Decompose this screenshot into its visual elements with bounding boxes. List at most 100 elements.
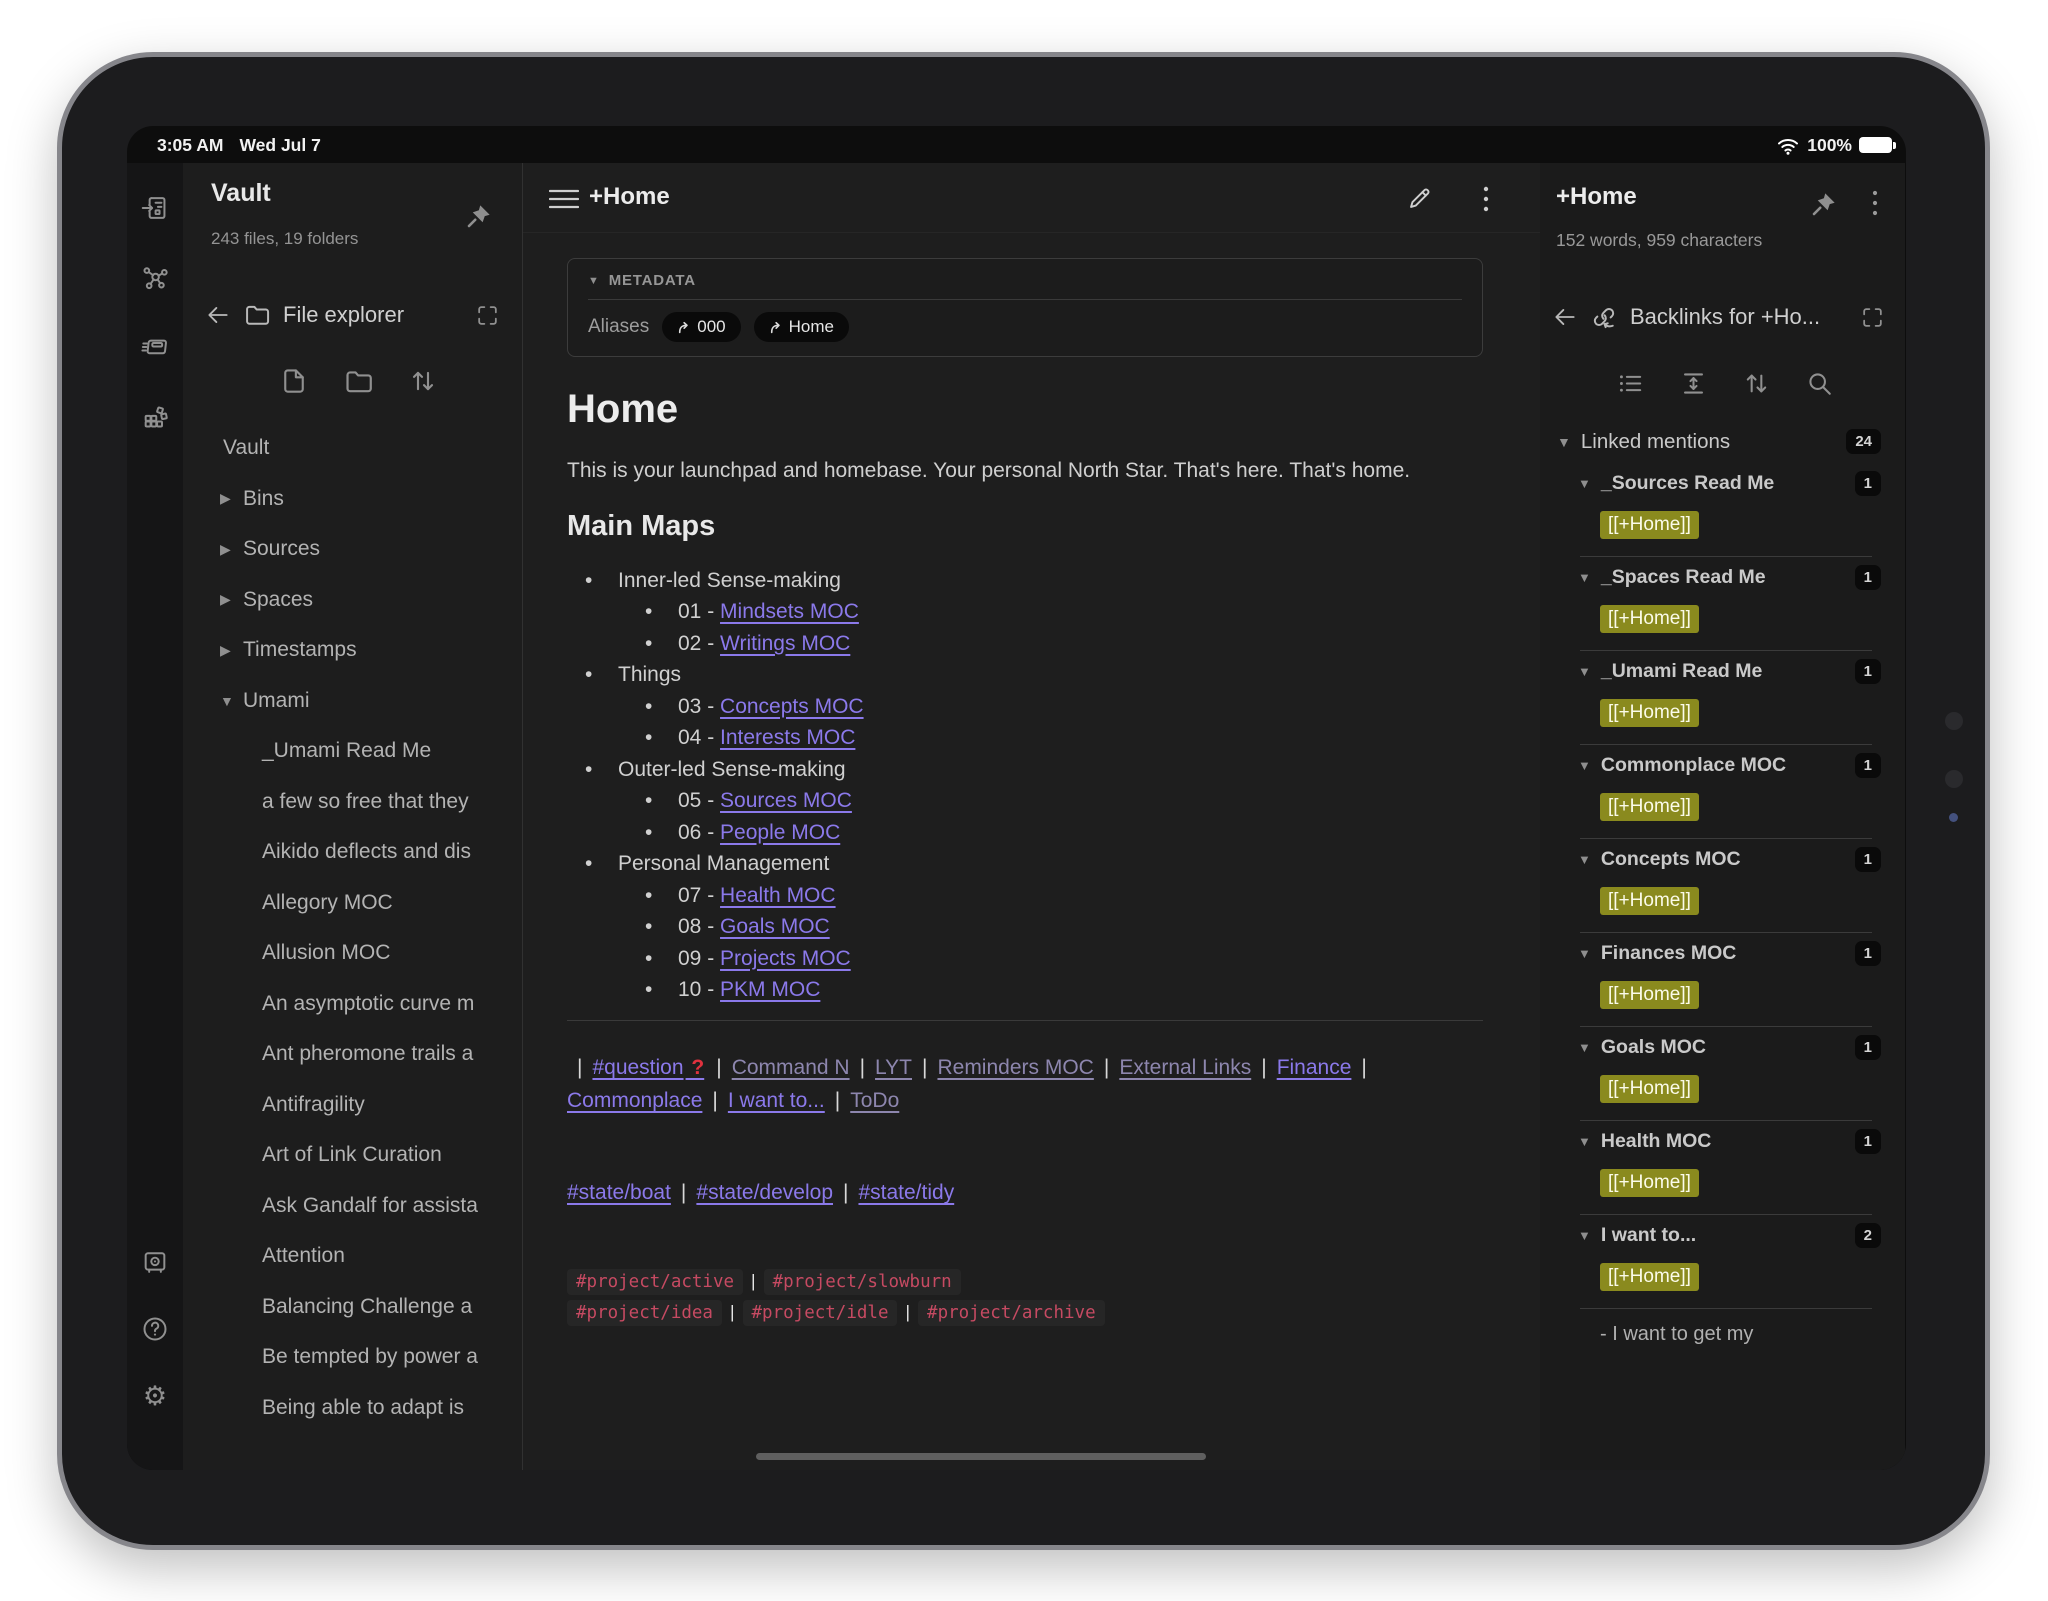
backlink-item[interactable]: ▼Health MOC1 [[+Home]] — [1540, 1121, 1905, 1215]
backlink-item[interactable]: ▼I want to...2 [[+Home]] — [1540, 1215, 1905, 1309]
tree-root[interactable]: Vault — [183, 423, 522, 474]
back-arrow-icon[interactable] — [205, 302, 231, 328]
pin-icon[interactable] — [1809, 189, 1839, 219]
internal-link[interactable]: Finance — [1277, 1056, 1352, 1079]
project-tag[interactable]: #project/archive — [918, 1300, 1105, 1326]
backlink-match-highlight[interactable]: [[+Home]] — [1600, 981, 1699, 1009]
alias-pill[interactable]: 000 — [662, 312, 740, 342]
tree-file[interactable]: Allegory MOC — [183, 878, 522, 929]
tag-link[interactable]: #state/tidy — [858, 1181, 954, 1204]
backlink-item[interactable]: ▼_Spaces Read Me1 [[+Home]] — [1540, 557, 1905, 651]
tree-file[interactable]: An asymptotic curve m — [183, 979, 522, 1030]
vault-icon[interactable] — [141, 1248, 169, 1276]
backlink-item[interactable]: ▼Commonplace MOC1 [[+Home]] — [1540, 745, 1905, 839]
graph-icon[interactable] — [141, 263, 169, 291]
expand-icon[interactable] — [475, 303, 500, 328]
backlink-match-highlight[interactable]: [[+Home]] — [1600, 605, 1699, 633]
tree-file[interactable]: Allusion MOC — [183, 928, 522, 979]
file-input-icon[interactable] — [141, 194, 169, 222]
new-folder-icon[interactable] — [343, 366, 374, 397]
tree-file[interactable]: _Umami Read Me — [183, 726, 522, 777]
backlink-item-header[interactable]: ▼Health MOC1 — [1578, 1129, 1881, 1154]
backlink-item-header[interactable]: ▼_Umami Read Me1 — [1578, 659, 1881, 684]
internal-link[interactable]: LYT — [875, 1056, 912, 1079]
settings-icon[interactable]: ⚙ — [143, 1381, 167, 1412]
backlink-match-highlight[interactable]: [[+Home]] — [1600, 1263, 1699, 1291]
backlink-match-highlight[interactable]: [[+Home]] — [1600, 1075, 1699, 1103]
backlink-item-header[interactable]: ▼Finances MOC1 — [1578, 941, 1881, 966]
internal-link[interactable]: I want to... — [728, 1089, 825, 1112]
backlink-item-header[interactable]: ▼_Sources Read Me1 — [1578, 471, 1881, 496]
tree-file[interactable]: Balancing Challenge a — [183, 1282, 522, 1333]
tree-file[interactable]: Ant pheromone trails a — [183, 1029, 522, 1080]
tree-file[interactable]: Ask Gandalf for assista — [183, 1181, 522, 1232]
pin-icon[interactable] — [464, 201, 494, 231]
internal-link[interactable]: External Links — [1119, 1056, 1251, 1079]
internal-link[interactable]: ToDo — [850, 1089, 899, 1112]
tree-folder[interactable]: ▶Timestamps — [183, 625, 522, 676]
more-options-icon[interactable] — [1871, 189, 1879, 222]
tree-file[interactable]: Being able to adapt is — [183, 1383, 522, 1434]
backlink-match-highlight[interactable]: [[+Home]] — [1600, 1169, 1699, 1197]
internal-link[interactable]: Concepts MOC — [720, 695, 864, 718]
backlink-item[interactable]: ▼Concepts MOC1 [[+Home]] — [1540, 839, 1905, 933]
internal-link[interactable]: Writings MOC — [720, 632, 850, 655]
alias-pill[interactable]: Home — [754, 312, 849, 342]
backlink-item-header[interactable]: ▼I want to...2 — [1578, 1223, 1881, 1248]
tag-link[interactable]: #question ? — [592, 1056, 706, 1079]
backlink-item[interactable]: ▼_Sources Read Me1 [[+Home]] — [1540, 463, 1905, 557]
internal-link[interactable]: Commonplace — [567, 1089, 702, 1112]
internal-link[interactable]: People MOC — [720, 821, 840, 844]
tree-folder[interactable]: ▶Bins — [183, 474, 522, 525]
backlink-match-highlight[interactable]: [[+Home]] — [1600, 511, 1699, 539]
more-options-icon[interactable] — [1482, 185, 1490, 218]
internal-link[interactable]: Interests MOC — [720, 726, 855, 749]
internal-link[interactable]: Sources MOC — [720, 789, 852, 812]
tag-link[interactable]: #state/develop — [696, 1181, 833, 1204]
back-arrow-icon[interactable] — [1552, 304, 1578, 330]
internal-link[interactable]: Projects MOC — [720, 947, 851, 970]
tree-file[interactable]: Attention — [183, 1231, 522, 1282]
sort-icon[interactable] — [1742, 369, 1771, 398]
tree-folder[interactable]: ▶Spaces — [183, 575, 522, 626]
unfold-vertical-icon[interactable] — [1679, 369, 1708, 398]
backlink-item[interactable]: ▼Goals MOC1 [[+Home]] — [1540, 1027, 1905, 1121]
expand-icon[interactable] — [1860, 305, 1885, 330]
search-icon[interactable] — [1805, 369, 1834, 398]
internal-link[interactable]: PKM MOC — [720, 978, 820, 1001]
tree-file[interactable]: Art of Link Curation — [183, 1130, 522, 1181]
tree-file[interactable]: Aikido deflects and dis — [183, 827, 522, 878]
internal-link[interactable]: Mindsets MOC — [720, 600, 859, 623]
menu-icon[interactable] — [549, 187, 579, 216]
edit-pencil-icon[interactable] — [1406, 185, 1433, 212]
internal-link[interactable]: Reminders MOC — [937, 1056, 1093, 1079]
backlink-item[interactable]: ▼_Umami Read Me1 [[+Home]] — [1540, 651, 1905, 745]
backlink-item-header[interactable]: ▼Commonplace MOC1 — [1578, 753, 1881, 778]
tree-folder[interactable]: ▶Sources — [183, 524, 522, 575]
help-icon[interactable] — [141, 1315, 169, 1343]
tag-link[interactable]: #state/boat — [567, 1181, 671, 1204]
flashcards-icon[interactable] — [141, 333, 169, 361]
backlink-match-highlight[interactable]: [[+Home]] — [1600, 699, 1699, 727]
internal-link[interactable]: Health MOC — [720, 884, 836, 907]
backlink-item[interactable]: ▼Finances MOC1 [[+Home]] — [1540, 933, 1905, 1027]
list-view-icon[interactable] — [1616, 369, 1645, 398]
backlink-item-header[interactable]: ▼Goals MOC1 — [1578, 1035, 1881, 1060]
project-tag[interactable]: #project/idle — [743, 1300, 898, 1326]
project-tag[interactable]: #project/active — [567, 1269, 743, 1295]
tree-folder-expanded[interactable]: ▼Umami — [183, 676, 522, 727]
project-tag[interactable]: #project/idea — [567, 1300, 722, 1326]
backlink-item-header[interactable]: ▼Concepts MOC1 — [1578, 847, 1881, 872]
horizontal-scrollbar[interactable] — [756, 1453, 1206, 1460]
internal-link[interactable]: Command N — [732, 1056, 850, 1079]
sort-icon[interactable] — [408, 366, 438, 397]
new-note-icon[interactable] — [279, 366, 309, 397]
metadata-header[interactable]: ▼ METADATA — [588, 272, 1462, 289]
tree-file[interactable]: Antifragility — [183, 1080, 522, 1131]
backlink-match-highlight[interactable]: [[+Home]] — [1600, 793, 1699, 821]
backlink-item-header[interactable]: ▼_Spaces Read Me1 — [1578, 565, 1881, 590]
internal-link[interactable]: Goals MOC — [720, 915, 830, 938]
backlink-match-highlight[interactable]: [[+Home]] — [1600, 887, 1699, 915]
tree-file[interactable]: Be tempted by power a — [183, 1332, 522, 1383]
project-tag[interactable]: #project/slowburn — [764, 1269, 961, 1295]
